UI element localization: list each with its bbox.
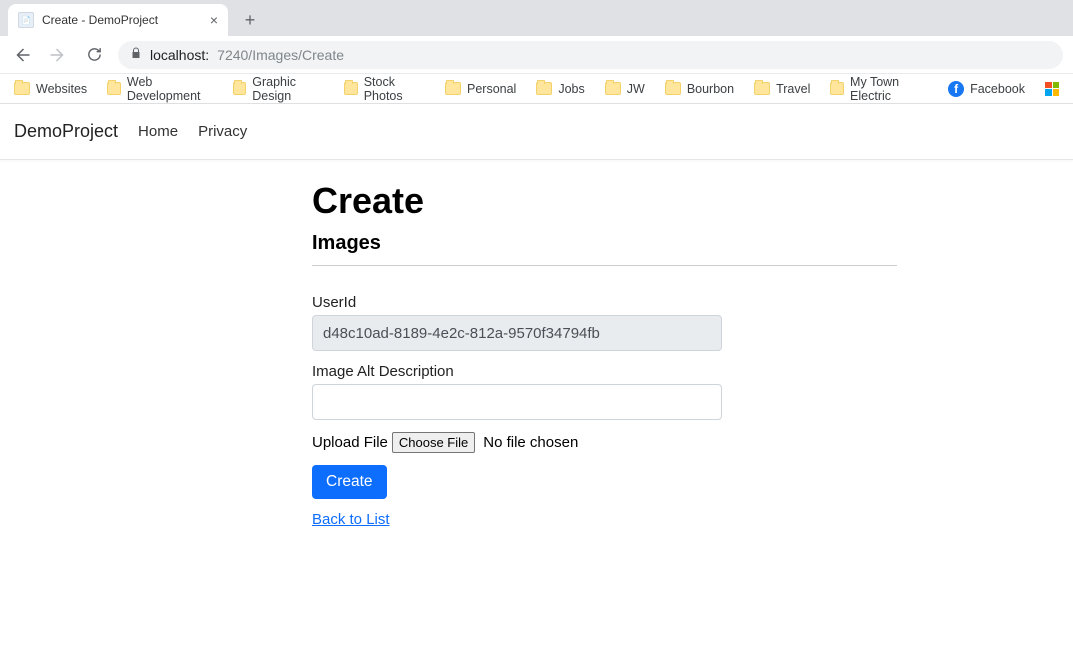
browser-toolbar: localhost: 7240/Images/Create (0, 36, 1073, 74)
folder-icon (233, 82, 247, 95)
reload-button[interactable] (82, 43, 106, 67)
bookmark-bourbon[interactable]: Bourbon (665, 82, 734, 96)
bookmark-microsoft[interactable] (1045, 82, 1059, 96)
page-content: Create Images UserId Image Alt Descripti… (0, 160, 730, 529)
bookmark-web-development[interactable]: Web Development (107, 75, 212, 103)
url-host: localhost: (150, 47, 209, 63)
forward-button[interactable] (46, 43, 70, 67)
browser-tab-active[interactable]: 📄 Create - DemoProject × (8, 4, 228, 36)
userid-input[interactable] (312, 315, 722, 351)
url-path: 7240/Images/Create (217, 47, 344, 63)
divider (312, 265, 897, 266)
bookmark-graphic-design[interactable]: Graphic Design (233, 75, 324, 103)
browser-tabstrip: 📄 Create - DemoProject × + (0, 0, 1073, 36)
choose-file-button[interactable]: Choose File (392, 432, 475, 453)
bookmark-websites[interactable]: Websites (14, 82, 87, 96)
userid-label: UserId (312, 294, 730, 311)
folder-icon (536, 82, 552, 95)
page-title: Create (312, 180, 730, 222)
bookmarks-bar: Websites Web Development Graphic Design … (0, 74, 1073, 104)
bookmark-jobs[interactable]: Jobs (536, 82, 584, 96)
nav-privacy[interactable]: Privacy (198, 123, 247, 140)
lock-icon (130, 46, 142, 63)
microsoft-icon (1045, 82, 1059, 96)
folder-icon (665, 82, 681, 95)
bookmark-my-town-electric[interactable]: My Town Electric (830, 75, 928, 103)
address-bar[interactable]: localhost: 7240/Images/Create (118, 41, 1063, 69)
new-tab-button[interactable]: + (236, 6, 264, 34)
page-favicon: 📄 (18, 12, 34, 28)
folder-icon (14, 82, 30, 95)
annotation-arrow-icon (0, 230, 12, 430)
reload-icon (86, 46, 103, 63)
bookmark-jw[interactable]: JW (605, 82, 645, 96)
back-button[interactable] (10, 43, 34, 67)
nav-home[interactable]: Home (138, 123, 178, 140)
no-file-text: No file chosen (483, 434, 578, 451)
app-navbar: DemoProject Home Privacy (0, 104, 1073, 160)
arrow-right-icon (49, 46, 67, 64)
bookmark-facebook[interactable]: fFacebook (948, 81, 1025, 97)
page-subtitle: Images (312, 232, 730, 259)
arrow-left-icon (13, 46, 31, 64)
folder-icon (830, 82, 844, 95)
folder-icon (754, 82, 770, 95)
create-button[interactable]: Create (312, 465, 387, 499)
alt-description-input[interactable] (312, 384, 722, 420)
folder-icon (445, 82, 461, 95)
bookmark-personal[interactable]: Personal (445, 82, 516, 96)
close-tab-icon[interactable]: × (210, 12, 218, 28)
tab-title: Create - DemoProject (42, 13, 158, 27)
folder-icon (605, 82, 621, 95)
folder-icon (107, 82, 121, 95)
bookmark-stock-photos[interactable]: Stock Photos (344, 75, 425, 103)
bookmark-travel[interactable]: Travel (754, 82, 810, 96)
brand[interactable]: DemoProject (14, 121, 118, 142)
folder-icon (344, 82, 358, 95)
alt-label: Image Alt Description (312, 363, 730, 380)
back-to-list-link[interactable]: Back to List (312, 511, 390, 528)
facebook-icon: f (948, 81, 964, 97)
upload-file-label: Upload File (312, 434, 388, 451)
